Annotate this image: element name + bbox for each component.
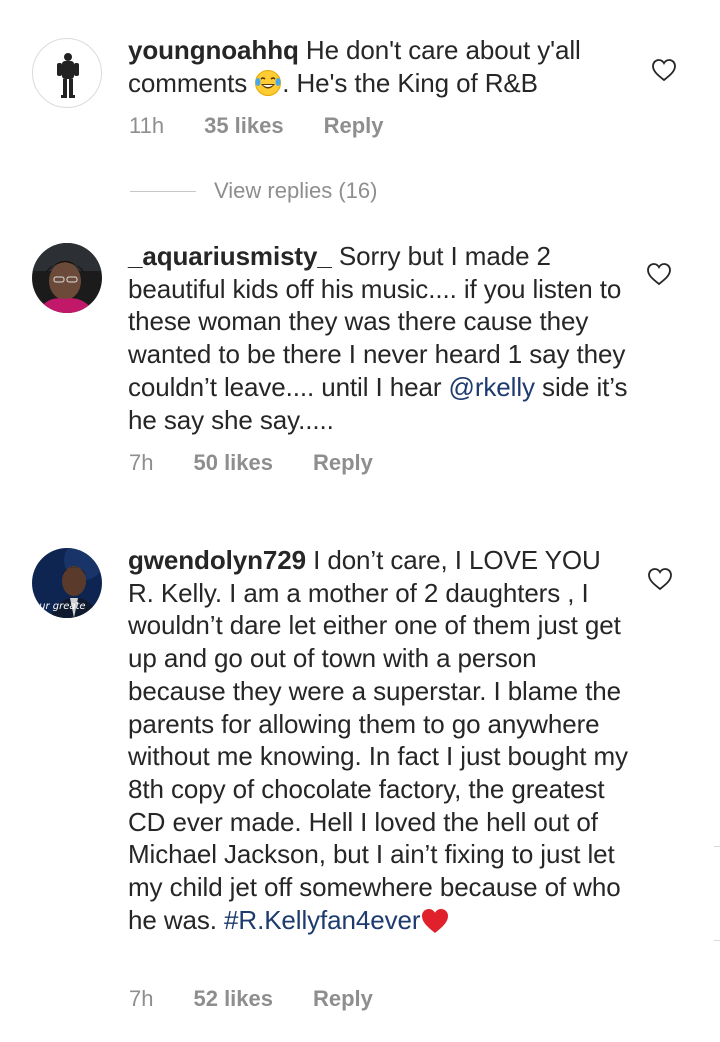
comment-body-end: . He's the King of R&B — [282, 68, 538, 98]
like-heart-icon[interactable] — [647, 567, 673, 591]
mention-link[interactable]: @rkelly — [449, 372, 535, 402]
comment-text: _aquariusmisty_ Sorry but I made 2 beaut… — [128, 240, 628, 436]
view-replies-label: View replies (16) — [214, 178, 378, 203]
comment-meta: 7h 52 likes Reply — [129, 986, 373, 1012]
comment-username[interactable]: gwendolyn729 — [128, 545, 306, 575]
reply-button[interactable]: Reply — [313, 450, 373, 476]
red-heart-emoji-icon — [420, 907, 450, 935]
comment-username[interactable]: youngnoahhq — [128, 35, 299, 65]
comment-username[interactable]: _aquariusmisty_ — [128, 241, 332, 271]
view-replies-button[interactable]: View replies (16) — [130, 178, 377, 204]
avatar[interactable] — [32, 38, 102, 108]
tears-of-joy-emoji-icon — [254, 69, 282, 97]
profile-photo-icon: our greate — [32, 548, 102, 618]
comment-time: 11h — [129, 113, 165, 138]
comment-likes[interactable]: 52 likes — [193, 986, 273, 1012]
avatar[interactable]: our greate — [32, 548, 102, 618]
like-heart-icon[interactable] — [646, 262, 672, 286]
comment-text: gwendolyn729 I don’t care, I LOVE YOU R.… — [128, 544, 628, 936]
avatar-caption: our greate — [33, 601, 86, 612]
divider-line — [130, 190, 196, 192]
edge-divider — [714, 846, 720, 847]
profile-photo-icon — [32, 243, 102, 313]
like-heart-icon[interactable] — [651, 58, 677, 82]
person-silhouette-icon — [57, 53, 79, 98]
comment-likes[interactable]: 35 likes — [204, 113, 284, 139]
comment-likes[interactable]: 50 likes — [193, 450, 273, 476]
comment-time: 7h — [129, 450, 154, 475]
reply-button[interactable]: Reply — [324, 113, 384, 139]
edge-divider — [714, 940, 720, 941]
comment-text: youngnoahhq He don't care about y'all co… — [128, 34, 628, 100]
reply-button[interactable]: Reply — [313, 986, 373, 1012]
comment-time: 7h — [129, 986, 154, 1011]
comment-meta: 11h 35 likes Reply — [129, 113, 384, 139]
comment-body: I don’t care, I LOVE YOU R. Kelly. I am … — [128, 545, 628, 935]
avatar[interactable] — [32, 243, 102, 313]
comment-meta: 7h 50 likes Reply — [129, 450, 373, 476]
hashtag-link[interactable]: #R.Kellyfan4ever — [224, 905, 421, 935]
